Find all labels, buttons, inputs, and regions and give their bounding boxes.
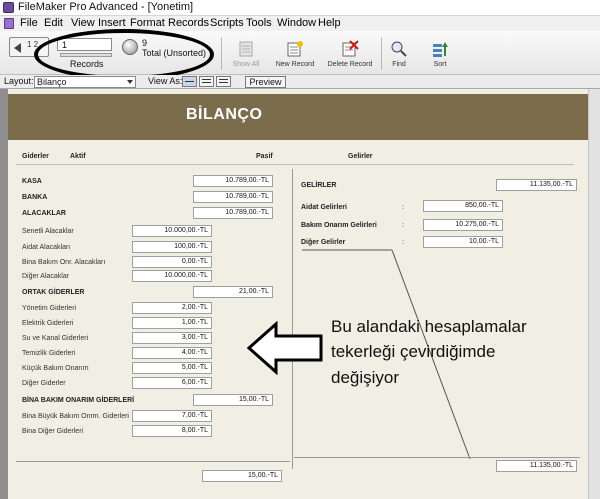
col-aktif: Aktif — [70, 153, 86, 160]
menu-window[interactable]: Window — [277, 17, 316, 29]
col-gelirler: Gelirler — [348, 153, 373, 160]
find-button[interactable]: Find — [386, 36, 412, 72]
col-giderler: Giderler — [22, 153, 49, 160]
delete-record-icon — [342, 40, 359, 57]
ortak-item-field[interactable]: 4,00.-TL — [132, 347, 212, 359]
preview-button[interactable]: Preview — [245, 76, 286, 88]
left-arrow-icon — [246, 321, 323, 375]
show-all-icon — [239, 41, 253, 57]
menu-view[interactable]: View — [71, 17, 95, 29]
menu-insert[interactable]: Insert — [98, 17, 126, 29]
ortak-item-label: Su ve Kanal Giderleri — [22, 335, 89, 342]
menu-edit[interactable]: Edit — [44, 17, 63, 29]
ortak-item-label: Temizlik Giderleri — [22, 350, 76, 357]
col-pasif: Pasif — [256, 153, 273, 160]
toolbar-separator — [221, 37, 222, 70]
layout-label: Layout: — [4, 76, 34, 86]
report-header-band — [8, 94, 588, 140]
layout-left-strip — [0, 89, 8, 499]
kasa-label: KASA — [22, 178, 42, 185]
report-title: BİLANÇO — [186, 106, 263, 123]
ortak-item-field[interactable]: 1,00.-TL — [132, 317, 212, 329]
ortak-item-label: Küçük Bakım Onarım — [22, 365, 89, 372]
layout-dropdown-value: Bilanço — [37, 77, 67, 87]
alacak-item-label: Senetli Alacaklar — [22, 228, 74, 235]
sort-label: Sort — [433, 61, 447, 68]
bina-item-label: Bina Büyük Bakım Onrm. Giderleri — [22, 413, 129, 420]
filemaker-app-icon — [3, 2, 14, 13]
sort-button[interactable]: Sort — [427, 36, 453, 72]
menu-format[interactable]: Format — [130, 17, 165, 29]
view-as-table-button[interactable] — [216, 76, 231, 87]
banka-label: BANKA — [22, 194, 48, 201]
alacak-item-label: Diğer Alacaklar — [22, 273, 70, 280]
vertical-scrollbar[interactable] — [588, 89, 600, 499]
toolbar-separator — [381, 37, 382, 70]
layout-dropdown[interactable]: Bilanço — [34, 76, 136, 88]
bina-item-label: Bina Diğer Giderleri — [22, 428, 84, 435]
highlight-oval-annotation — [34, 29, 214, 80]
window-title: FileMaker Pro Advanced - [Yonetim] — [18, 1, 194, 13]
alacak-item-label: Bina Bakım Onr. Alacakları — [22, 259, 106, 266]
ortak-item-field[interactable]: 5,00.-TL — [132, 362, 212, 374]
menu-help[interactable]: Help — [318, 17, 341, 29]
alacaklar-field[interactable]: 10.789,00.-TL — [193, 207, 273, 219]
new-record-icon — [287, 41, 303, 57]
alacak-item-field[interactable]: 100,00.-TL — [132, 241, 212, 253]
kasa-field[interactable]: 10.789,00.-TL — [193, 175, 273, 187]
alacaklar-label: ALACAKLAR — [22, 210, 66, 217]
chevron-down-icon — [127, 80, 133, 84]
annotation-line-3: değişiyor — [331, 368, 400, 387]
bina-item-field[interactable]: 8,00.-TL — [132, 425, 212, 437]
layout-bar: Layout: Bilanço View As: Preview — [0, 75, 600, 89]
ortak-item-field[interactable]: 2,00.-TL — [132, 302, 212, 314]
menu-tools[interactable]: Tools — [246, 17, 272, 29]
alacak-item-field[interactable]: 0,00.-TL — [132, 256, 212, 268]
previous-record-icon[interactable] — [14, 43, 21, 53]
bina-item-field[interactable]: 7,00.-TL — [132, 410, 212, 422]
bina-bakim-label: BİNA BAKIM ONARIM GİDERLERİ — [22, 397, 135, 404]
menu-bar: File Edit View Insert Format Records Scr… — [0, 16, 600, 31]
view-as-list-button[interactable] — [199, 76, 214, 87]
alacak-item-label: Aidat Alacakları — [22, 244, 71, 251]
ortak-item-label: Elektrik Giderleri — [22, 320, 74, 327]
title-bar: FileMaker Pro Advanced - [Yonetim] — [0, 0, 600, 16]
right-bottom-total-field[interactable]: 11.135,00.-TL — [496, 460, 577, 472]
banka-field[interactable]: 10.789,00.-TL — [193, 191, 273, 203]
left-total-divider — [16, 461, 290, 462]
new-record-button[interactable]: New Record — [270, 36, 320, 72]
annotation-line-1: Bu alandaki hesaplamalar — [331, 317, 527, 336]
menu-scripts[interactable]: Scripts — [210, 17, 244, 29]
annotation-line-2: tekerleği çevirdiğimde — [331, 342, 496, 361]
ortak-item-label: Diğer Giderler — [22, 380, 66, 387]
sort-icon — [433, 42, 448, 57]
find-label: Find — [392, 61, 406, 68]
ortak-item-field[interactable]: 3,00.-TL — [132, 332, 212, 344]
layout-content: BİLANÇO Giderler Aktif Pasif Gelirler KA… — [0, 89, 600, 499]
bina-bakim-field[interactable]: 15,00.-TL — [193, 394, 273, 406]
ortak-item-label: Yönetim Giderleri — [22, 305, 77, 312]
show-all-label: Show All — [232, 61, 260, 68]
menu-file[interactable]: File — [20, 17, 38, 29]
delete-record-button[interactable]: Delete Record — [322, 36, 378, 72]
alacak-item-field[interactable]: 10.000,00.-TL — [132, 270, 212, 282]
header-divider — [16, 164, 574, 165]
ortak-giderler-field[interactable]: 21,00.-TL — [193, 286, 273, 298]
ortak-item-field[interactable]: 6,00.-TL — [132, 377, 212, 389]
left-bottom-total-field[interactable]: 15,00.-TL — [202, 470, 282, 482]
show-all-button[interactable]: Show All — [226, 36, 266, 72]
view-as-form-button[interactable] — [182, 76, 197, 87]
magnifier-icon — [391, 41, 407, 57]
document-icon[interactable] — [4, 18, 14, 29]
right-total-divider — [294, 457, 580, 458]
ortak-giderler-label: ORTAK GİDERLER — [22, 289, 85, 296]
delete-record-label: Delete Record — [327, 61, 373, 68]
new-record-label: New Record — [275, 61, 315, 68]
alacak-item-field[interactable]: 10.000,00.-TL — [132, 225, 212, 237]
menu-records[interactable]: Records — [168, 17, 209, 29]
view-as-label: View As: — [148, 76, 183, 86]
